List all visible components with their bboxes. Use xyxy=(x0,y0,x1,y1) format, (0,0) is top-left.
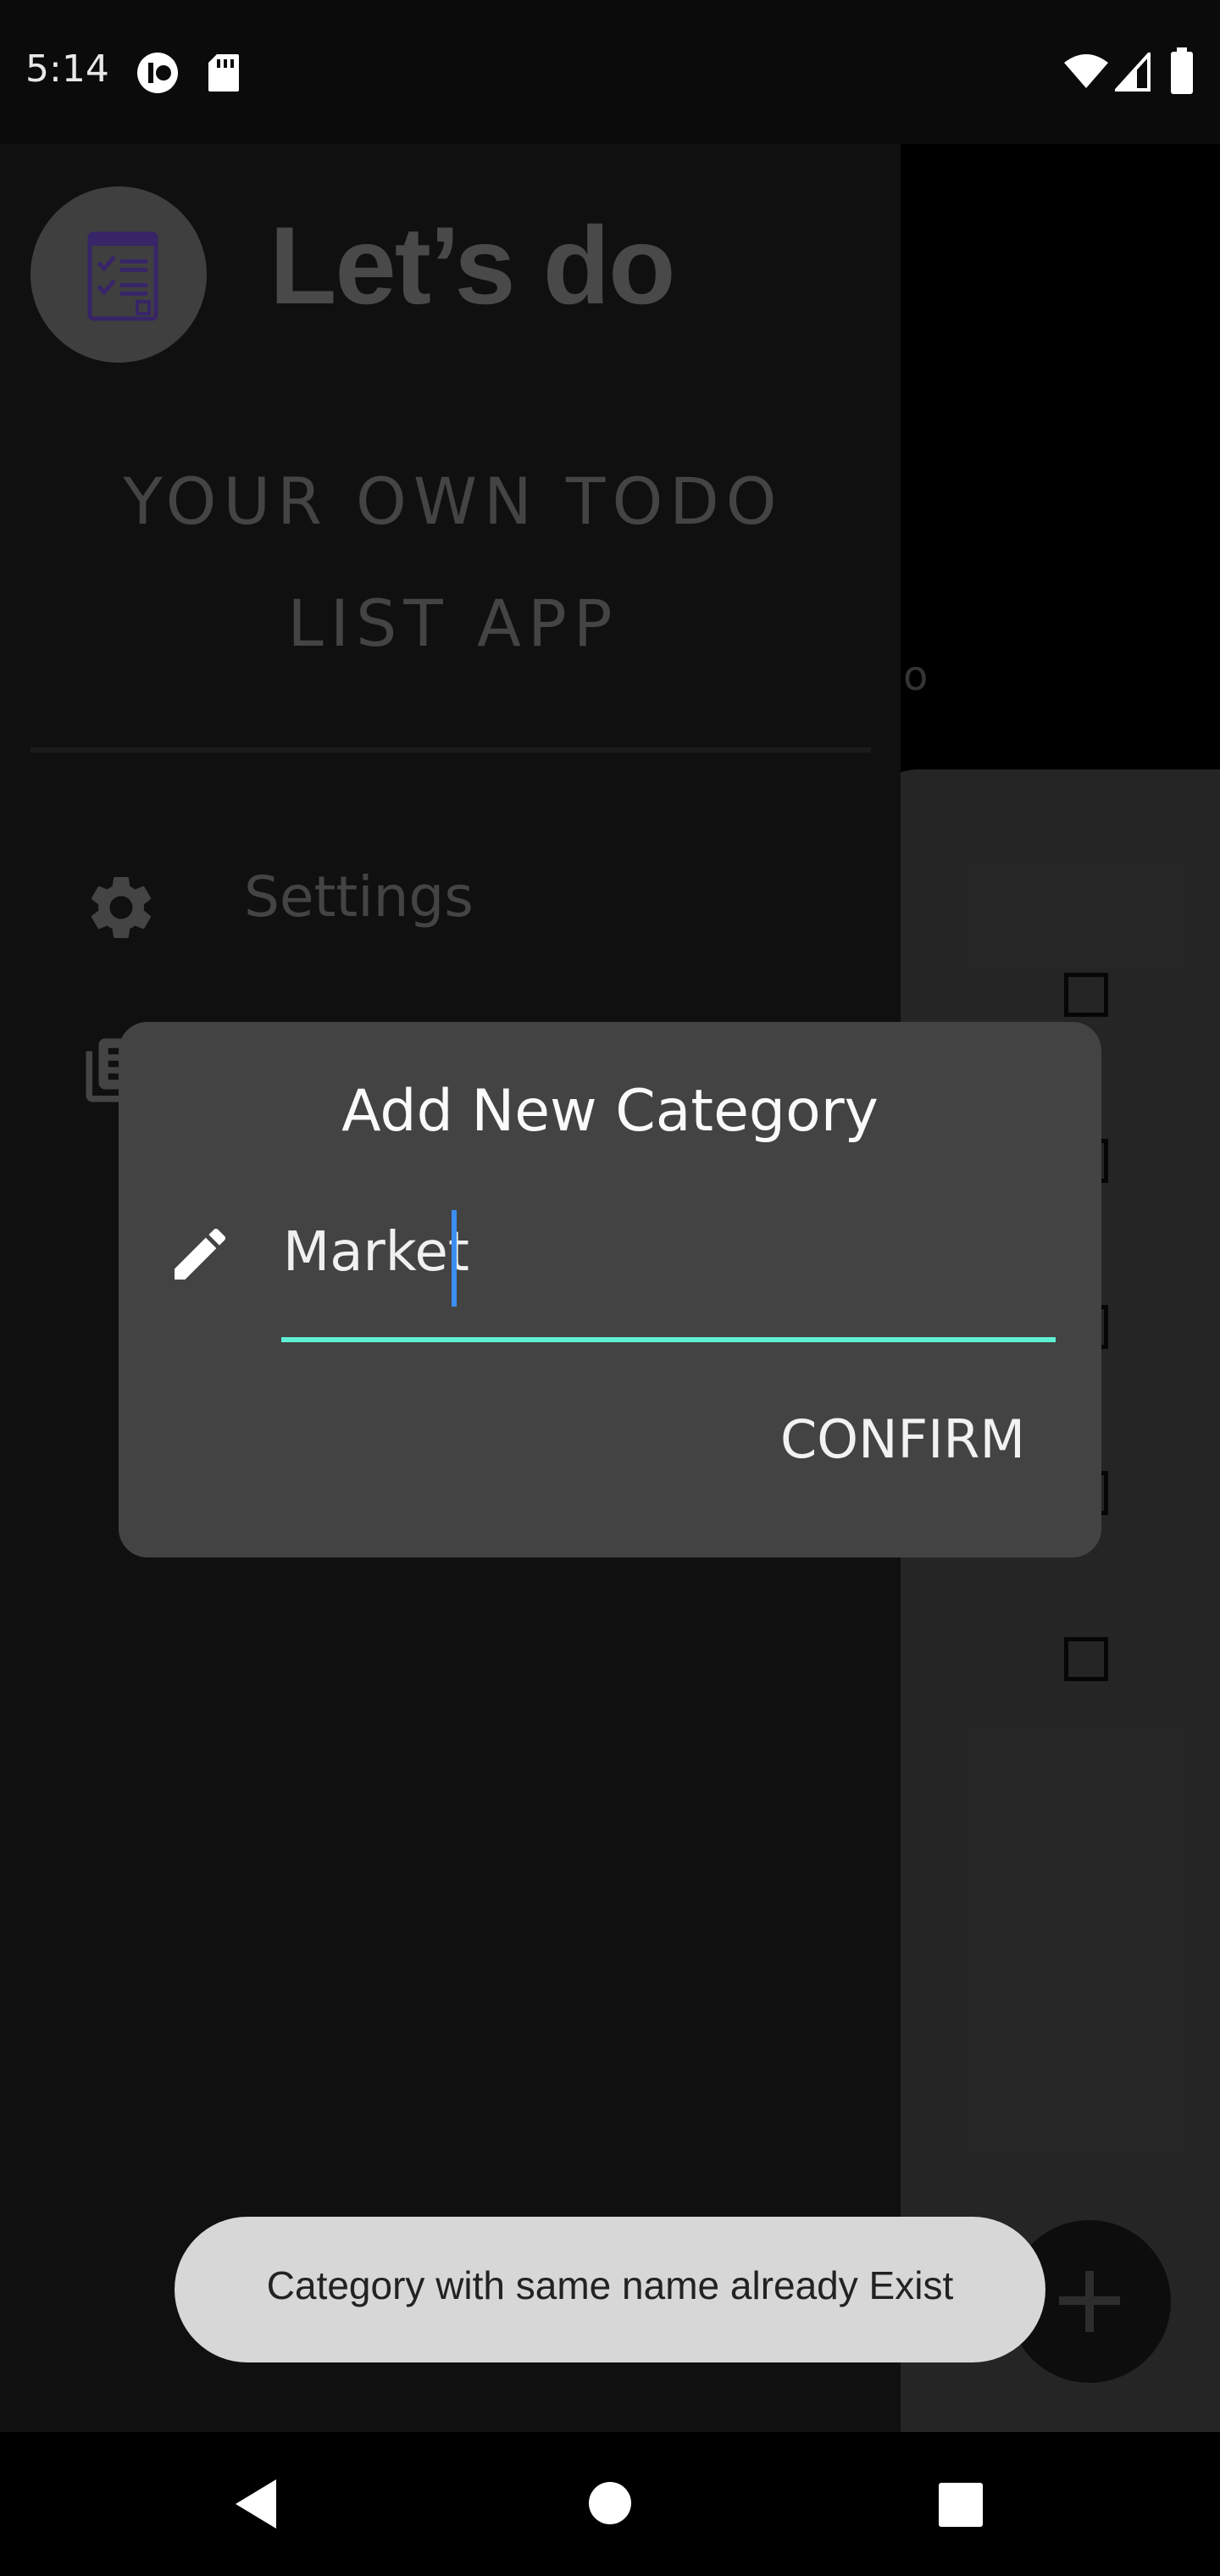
input-underline xyxy=(281,1337,1056,1342)
back-icon[interactable] xyxy=(232,2478,280,2530)
sd-card-icon xyxy=(208,54,239,92)
category-name-input[interactable] xyxy=(283,1212,1045,1293)
dialog-title: Add New Category xyxy=(341,1078,879,1145)
status-bar xyxy=(0,0,1220,144)
notification-app-icon xyxy=(137,53,178,93)
battery-icon xyxy=(1171,47,1193,94)
confirm-button[interactable]: CONFIRM xyxy=(754,1398,1025,1480)
cell-signal-icon xyxy=(1115,53,1151,92)
wifi-icon xyxy=(1064,54,1108,88)
recents-icon[interactable] xyxy=(939,2483,983,2527)
toast-message: Category with same name already Exist xyxy=(266,2263,954,2307)
text-caret xyxy=(452,1210,457,1307)
home-icon[interactable] xyxy=(588,2481,632,2525)
pencil-icon xyxy=(175,1228,226,1280)
status-time: 5:14 xyxy=(25,47,109,91)
